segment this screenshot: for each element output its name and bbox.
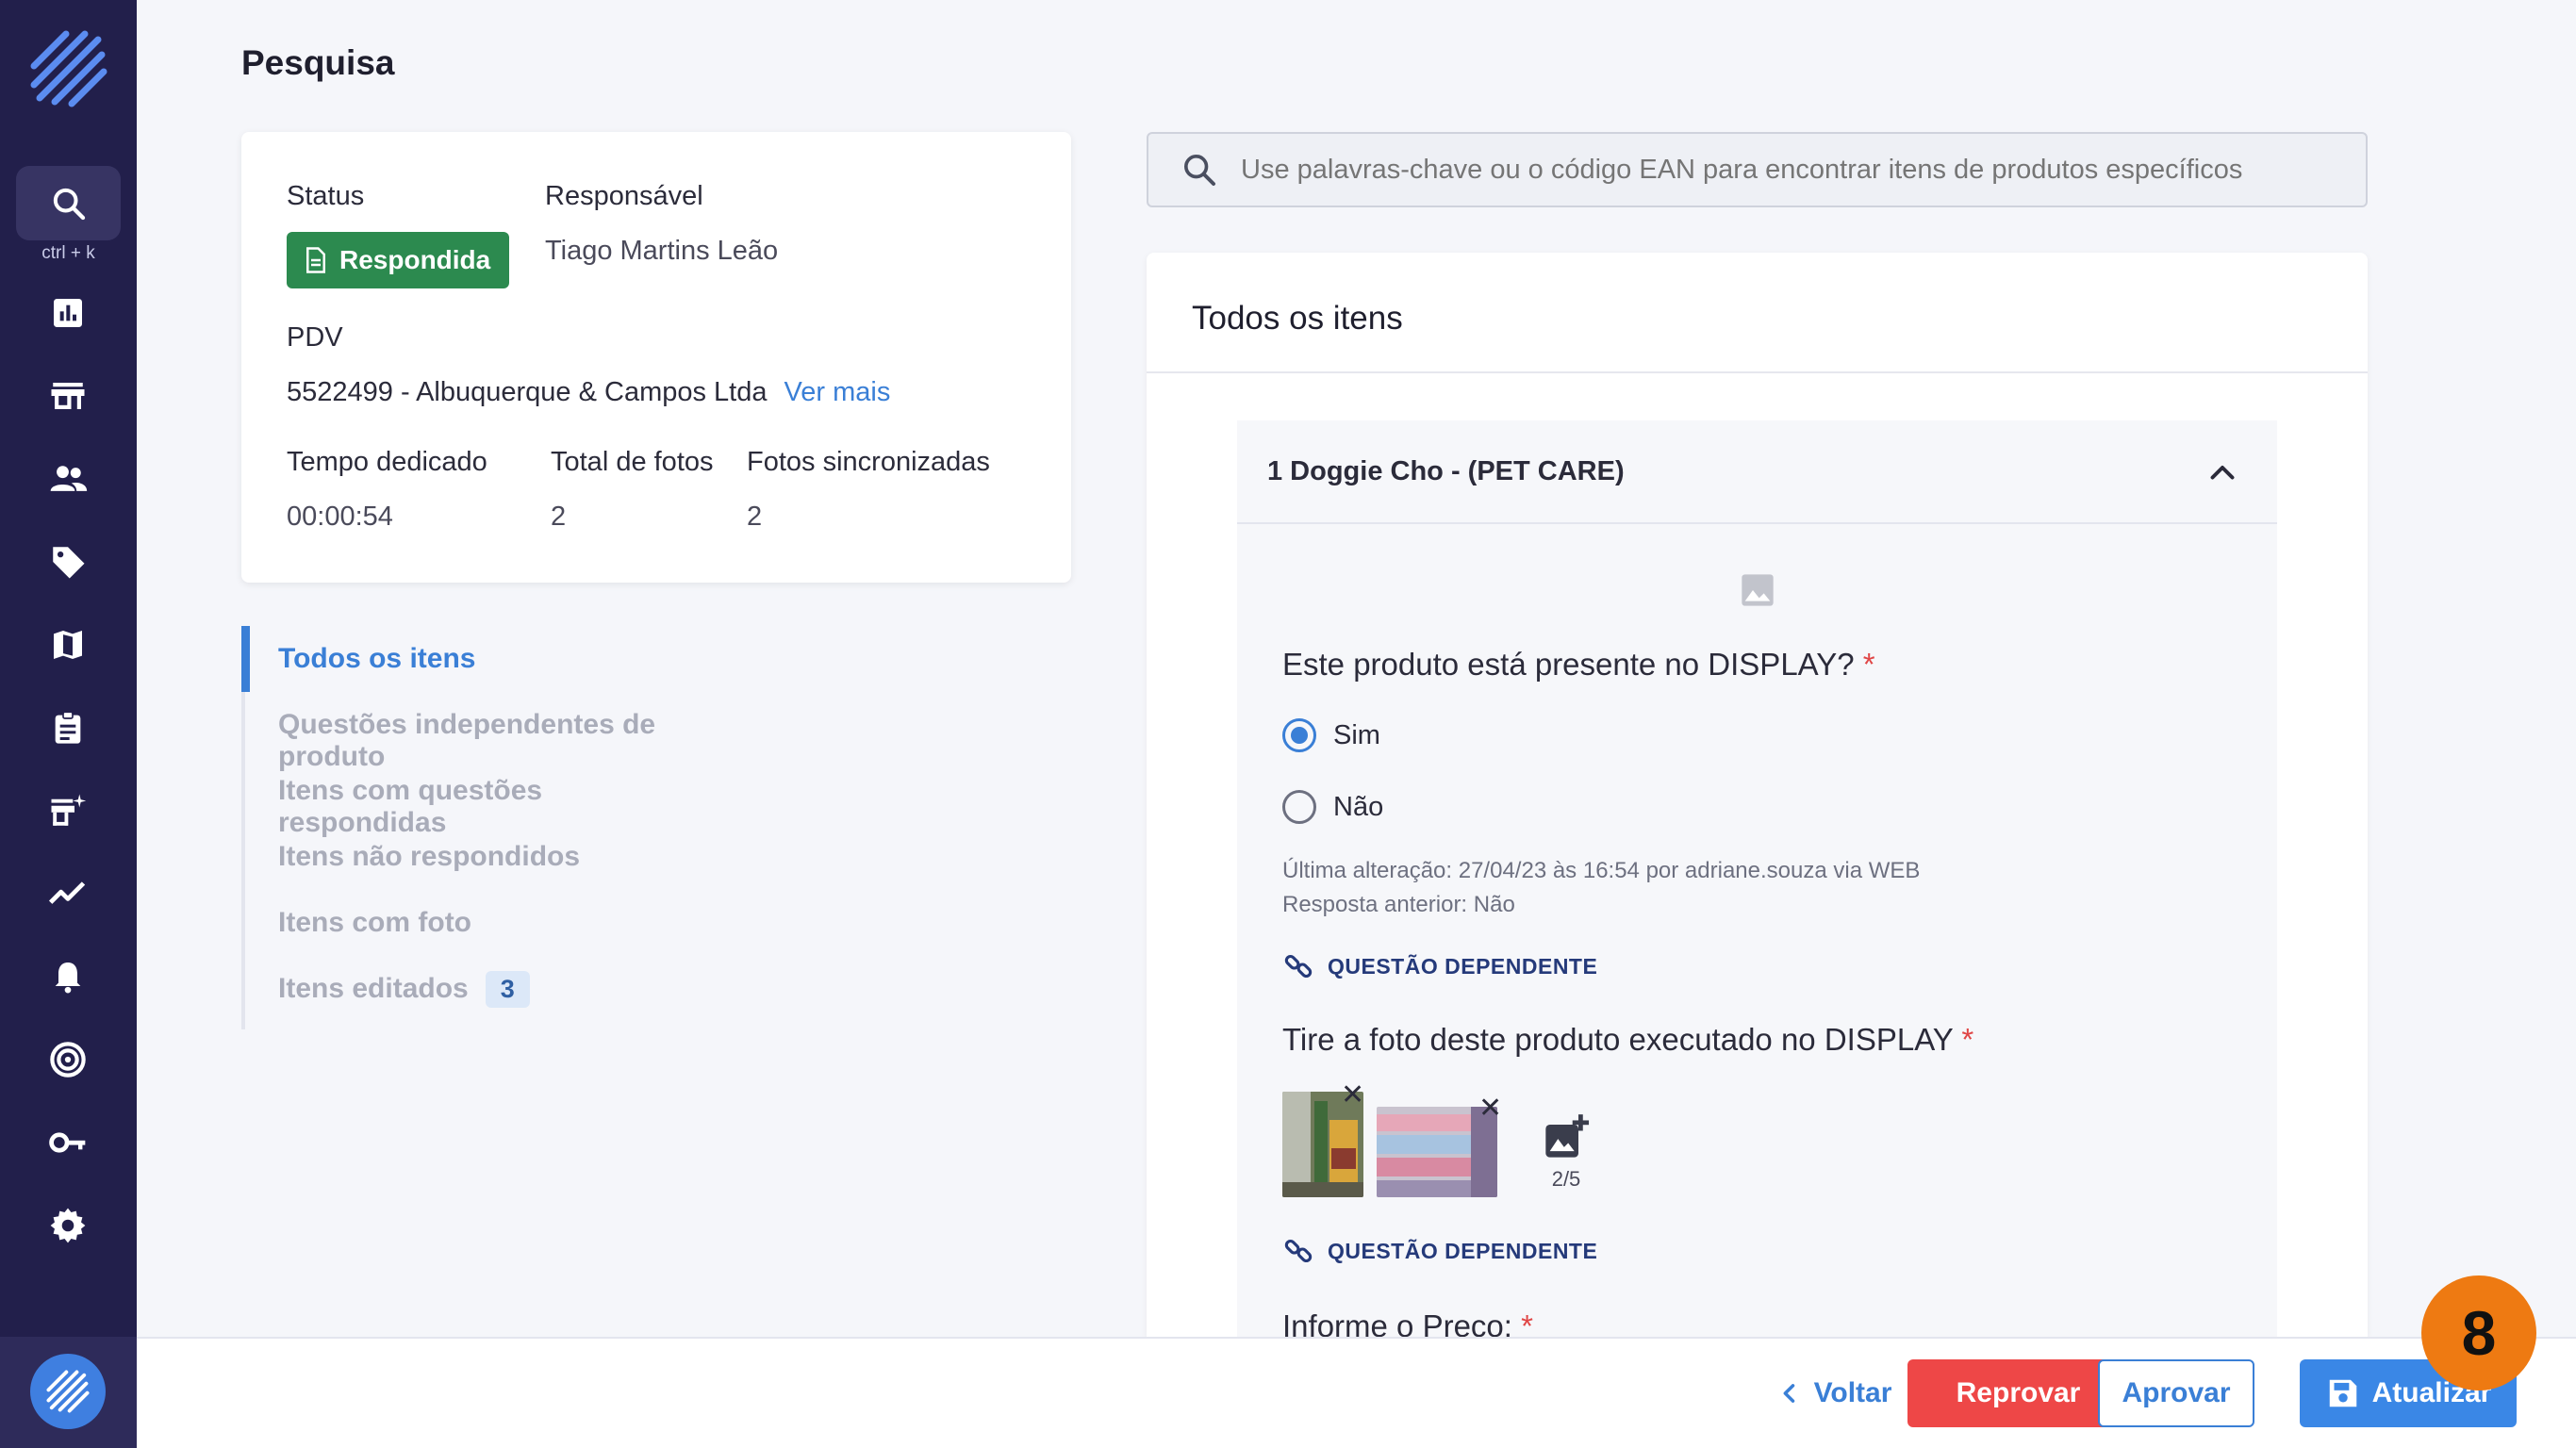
- radio-yes-control[interactable]: [1282, 718, 1316, 752]
- nav-item-independent[interactable]: Questões independentes de produto: [278, 709, 713, 773]
- gear-icon[interactable]: [41, 1199, 94, 1252]
- radio-no-label: Não: [1333, 791, 1384, 822]
- product-card: 1 Doggie Cho - (PET CARE) Este produto e…: [1237, 420, 2277, 1337]
- photo-count: 2/5: [1551, 1167, 1581, 1191]
- nav-item-unanswered[interactable]: Itens não respondidos: [278, 841, 580, 873]
- nav-item-answered[interactable]: Itens com questões respondidas: [278, 775, 713, 839]
- search-icon: [1184, 155, 1215, 186]
- nav-item-edited-label: Itens editados: [278, 973, 469, 1004]
- synced-photos-label: Fotos sincronizadas: [747, 447, 990, 477]
- question-price-text: Informe o Preço:: [1282, 1308, 1512, 1337]
- link-icon: [1284, 954, 1313, 979]
- dependent-question-link[interactable]: QUESTÃO DEPENDENTE: [1282, 950, 1597, 982]
- dependent-question-label: QUESTÃO DEPENDENTE: [1328, 1238, 1598, 1263]
- product-header[interactable]: 1 Doggie Cho - (PET CARE): [1237, 420, 2277, 524]
- remove-photo-icon[interactable]: ✕: [1478, 1092, 1502, 1125]
- total-photos-value: 2: [551, 502, 567, 532]
- nav-item-with-photo[interactable]: Itens com foto: [278, 907, 471, 939]
- bell-icon[interactable]: [41, 950, 94, 1003]
- key-icon[interactable]: [41, 1116, 94, 1169]
- status-label: Status: [287, 181, 365, 211]
- sidebar: ctrl + k: [0, 0, 137, 1448]
- remove-photo-icon[interactable]: ✕: [1341, 1078, 1364, 1111]
- edited-count-badge: 3: [485, 971, 530, 1008]
- back-label: Voltar: [1813, 1377, 1892, 1408]
- question-display-presence-text: Este produto está presente no DISPLAY?: [1282, 647, 1855, 682]
- required-mark: *: [1961, 1022, 1974, 1057]
- radio-no-control[interactable]: [1282, 790, 1316, 824]
- store-icon[interactable]: [41, 370, 94, 422]
- chevron-up-icon[interactable]: [2205, 456, 2239, 490]
- dashboard-icon[interactable]: [41, 287, 94, 339]
- responsible-value: Tiago Martins Leão: [545, 236, 779, 266]
- product-name: 1 Doggie Cho - (PET CARE): [1267, 456, 1625, 486]
- question-display-presence: Este produto está presente no DISPLAY? *: [1282, 647, 1875, 683]
- target-icon[interactable]: [41, 1033, 94, 1086]
- survey-info-card: Status Respondida Responsável Tiago Mart…: [241, 132, 1071, 583]
- reject-button[interactable]: Reprovar: [1907, 1359, 2129, 1427]
- step-number-badge: 8: [2421, 1275, 2536, 1390]
- last-change-info: Última alteração: 27/04/23 às 16:54 por …: [1282, 858, 1921, 883]
- page-title: Pesquisa: [241, 43, 395, 82]
- sidebar-footer: [0, 1337, 137, 1448]
- dependent-question-link[interactable]: QUESTÃO DEPENDENTE: [1282, 1235, 1597, 1267]
- people-icon[interactable]: [41, 452, 94, 505]
- question-photo-display-text: Tire a foto deste produto executado no D…: [1282, 1022, 1954, 1057]
- nav-item-all[interactable]: Todos os itens: [278, 643, 475, 675]
- question-price: Informe o Preço: *: [1282, 1308, 1533, 1337]
- image-placeholder-icon: [1742, 574, 1774, 606]
- question-photo-display: Tire a foto deste produto executado no D…: [1282, 1022, 1973, 1058]
- items-panel: Todos os itens 1 Doggie Cho - (PET CARE)…: [1147, 253, 2368, 1337]
- tag-icon[interactable]: [41, 535, 94, 588]
- add-business-icon[interactable]: [41, 784, 94, 837]
- nav-item-edited[interactable]: Itens editados 3: [278, 971, 530, 1008]
- app-switcher-button[interactable]: [30, 1354, 106, 1429]
- sidebar-search-button[interactable]: [16, 166, 121, 240]
- radio-yes-label: Sim: [1333, 719, 1380, 750]
- map-icon[interactable]: [41, 618, 94, 671]
- synced-photos-value: 2: [747, 502, 763, 532]
- search-icon: [53, 188, 85, 220]
- chevron-left-icon: [1783, 1384, 1794, 1403]
- radio-option-no[interactable]: Não: [1282, 790, 1383, 824]
- panel-title: Todos os itens: [1192, 300, 1403, 337]
- previous-answer-info: Resposta anterior: Não: [1282, 892, 1515, 917]
- items-filter-nav: Todos os itens Questões independentes de…: [241, 626, 713, 1029]
- time-value: 00:00:54: [287, 502, 393, 532]
- action-bar: Voltar Reprovar Aprovar Atualizar: [137, 1337, 2576, 1448]
- ver-mais-link[interactable]: Ver mais: [784, 377, 891, 407]
- document-icon: [306, 247, 325, 273]
- responsible-label: Responsável: [545, 181, 703, 211]
- required-mark: *: [1521, 1308, 1533, 1337]
- dependent-question-label: QUESTÃO DEPENDENTE: [1328, 953, 1598, 979]
- status-badge: Respondida: [287, 232, 510, 288]
- brand-mark-icon: [46, 1370, 90, 1413]
- save-icon: [2329, 1379, 2356, 1407]
- search-input[interactable]: [1241, 154, 2325, 186]
- approve-button[interactable]: Aprovar: [2098, 1359, 2254, 1427]
- item-search: [1147, 132, 2368, 207]
- trending-icon[interactable]: [41, 867, 94, 920]
- required-mark: *: [1862, 647, 1875, 682]
- pdv-label: PDV: [287, 322, 343, 353]
- total-photos-label: Total de fotos: [551, 447, 714, 477]
- clipboard-icon[interactable]: [41, 701, 94, 754]
- back-button[interactable]: Voltar: [1740, 1359, 1928, 1427]
- pdv-row: 5522499 - Albuquerque & Campos Ltda Ver …: [287, 377, 890, 408]
- panel-divider: [1147, 371, 2368, 373]
- link-icon: [1284, 1239, 1313, 1263]
- add-photo-button[interactable]: 2/5: [1537, 1112, 1595, 1192]
- nav-active-indicator: [241, 626, 250, 692]
- pdv-value: 5522499 - Albuquerque & Campos Ltda: [287, 377, 768, 407]
- search-shortcut-hint: ctrl + k: [41, 243, 95, 263]
- add-photo-icon: [1545, 1114, 1590, 1158]
- radio-option-yes[interactable]: Sim: [1282, 718, 1380, 752]
- brand-logo-icon[interactable]: [26, 26, 111, 111]
- time-label: Tempo dedicado: [287, 447, 487, 477]
- status-badge-text: Respondida: [339, 245, 491, 274]
